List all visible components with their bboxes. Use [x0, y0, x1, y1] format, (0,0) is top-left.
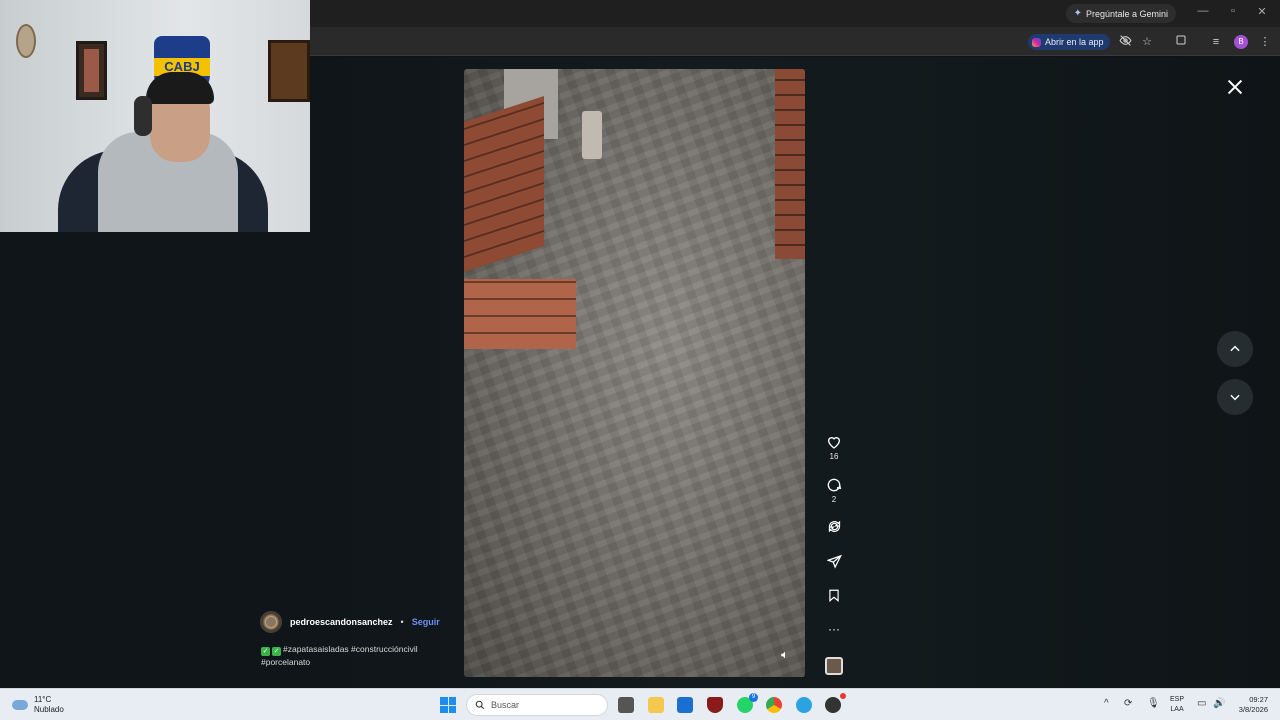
file-explorer-icon[interactable]: [648, 697, 664, 713]
post-caption: ✓ ✓ #zapatasaisladas #construccióncivil #p…: [261, 643, 451, 668]
headphones: [134, 96, 152, 136]
reel-video[interactable]: [464, 69, 805, 677]
audio-avatar[interactable]: [825, 657, 843, 675]
previous-reel-button[interactable]: [1217, 331, 1253, 367]
wall-plate: [16, 24, 36, 58]
maximize-icon[interactable]: ▫: [1223, 5, 1243, 17]
picture-frame: [76, 41, 107, 100]
chrome-icon[interactable]: [766, 697, 782, 713]
search-icon: [475, 700, 485, 710]
extensions-icon[interactable]: [1173, 34, 1189, 50]
clock-time: 09:27: [1249, 695, 1268, 704]
next-reel-button[interactable]: [1217, 379, 1253, 415]
browser-toolbar: Abrir en la app ☆ ≡ B ⋮: [310, 27, 1280, 56]
chevron-up-icon: [1230, 345, 1240, 352]
telegram-icon[interactable]: [796, 697, 812, 713]
lang-line-1: ESP: [1170, 696, 1185, 703]
shield-app-icon[interactable]: [707, 697, 723, 713]
chevron-down-icon: [1230, 394, 1240, 401]
gemini-button[interactable]: ✦ Pregúntale a Gemini: [1065, 4, 1176, 23]
volume-icon[interactable]: 🔊: [1213, 698, 1225, 709]
tray-chevron-up-icon[interactable]: ^: [1104, 698, 1109, 709]
task-view-icon[interactable]: [618, 697, 634, 713]
clock[interactable]: 09:27 3/8/2026: [1232, 695, 1268, 715]
follow-button[interactable]: Seguir: [412, 617, 440, 627]
like-button[interactable]: 16: [822, 434, 846, 461]
close-icon[interactable]: [1224, 76, 1246, 98]
comment-icon: [827, 478, 842, 492]
save-button[interactable]: [822, 588, 846, 603]
app-icon[interactable]: [825, 693, 846, 713]
painting-frame: [268, 40, 310, 102]
browser-titlebar: ✦ Pregúntale a Gemini — ▫ ✕: [310, 0, 1280, 27]
author-name[interactable]: pedroescandonsanchez: [290, 617, 393, 627]
weather-desc: Nublado: [34, 705, 64, 714]
check-icon: ✓: [272, 647, 281, 656]
like-count: 16: [829, 452, 839, 461]
caption-line-2[interactable]: #porcelanato: [261, 657, 310, 667]
minimize-icon[interactable]: —: [1193, 5, 1213, 17]
gemini-spark-icon: ✦: [1073, 8, 1082, 19]
start-button[interactable]: [440, 697, 456, 713]
whatsapp-badge: 9: [749, 693, 758, 702]
star-icon[interactable]: ☆: [1139, 34, 1155, 50]
microphone-icon[interactable]: 🎙: [1147, 698, 1160, 709]
more-icon[interactable]: ···: [822, 622, 846, 636]
webcam-overlay: CABJ: [0, 0, 310, 232]
bookmark-icon: [829, 589, 839, 603]
notification-dot: [840, 693, 846, 699]
separator-dot: •: [400, 617, 404, 627]
sound-icon[interactable]: [780, 650, 792, 662]
heart-icon: [827, 437, 841, 449]
whatsapp-icon[interactable]: 9: [737, 693, 758, 713]
repost-button[interactable]: [822, 519, 846, 534]
gemini-label: Pregúntale a Gemini: [1085, 8, 1168, 19]
outlook-icon[interactable]: [677, 697, 693, 713]
screen: CABJ ✦ Pregúntale a Gemini — ▫ ✕ Abrir e…: [0, 0, 1280, 720]
instagram-icon: [1032, 37, 1041, 47]
author-avatar[interactable]: [260, 611, 282, 633]
repost-icon: [828, 520, 840, 533]
open-app-label: Abrir en la app: [1045, 37, 1104, 47]
brick-wall: [775, 69, 805, 259]
brick-stack: [464, 279, 576, 349]
display-icon[interactable]: ▭: [1197, 698, 1206, 709]
profile-avatar[interactable]: B: [1234, 35, 1248, 49]
sync-icon[interactable]: ⟳: [1124, 698, 1132, 709]
post-author: pedroescandonsanchez • Seguir: [260, 611, 440, 633]
media-controls-icon[interactable]: ≡: [1208, 34, 1224, 50]
window-close-icon[interactable]: ✕: [1252, 5, 1272, 18]
check-icon: ✓: [261, 647, 270, 656]
weather-widget[interactable]: 11°C Nublado: [12, 695, 64, 715]
share-button[interactable]: [822, 554, 846, 569]
comment-count: 2: [831, 495, 837, 504]
caption-line-1[interactable]: #zapatasaisladas #construccióncivil: [283, 644, 418, 654]
search-placeholder: Buscar: [491, 700, 520, 710]
windows-taskbar: 11°C Nublado Buscar 9 ^ ⟳ 🎙 ESP LAA ▭ 🔊: [0, 688, 1280, 720]
brick-stack: [464, 96, 544, 272]
taskbar-search[interactable]: Buscar: [466, 694, 608, 716]
lang-line-2: LAA: [1170, 706, 1184, 713]
open-in-app-button[interactable]: Abrir en la app: [1028, 34, 1110, 50]
weather-temp: 11°C: [34, 695, 52, 704]
person-hair: [146, 72, 214, 104]
share-icon: [826, 554, 842, 569]
eye-off-icon[interactable]: [1117, 34, 1133, 50]
comment-button[interactable]: 2: [822, 477, 846, 504]
cloud-icon: [12, 700, 28, 710]
clock-date: 3/8/2026: [1238, 705, 1268, 714]
menu-kebab-icon[interactable]: ⋮: [1257, 34, 1273, 50]
language-indicator[interactable]: ESP LAA: [1170, 695, 1184, 715]
concrete-post: [582, 111, 602, 159]
